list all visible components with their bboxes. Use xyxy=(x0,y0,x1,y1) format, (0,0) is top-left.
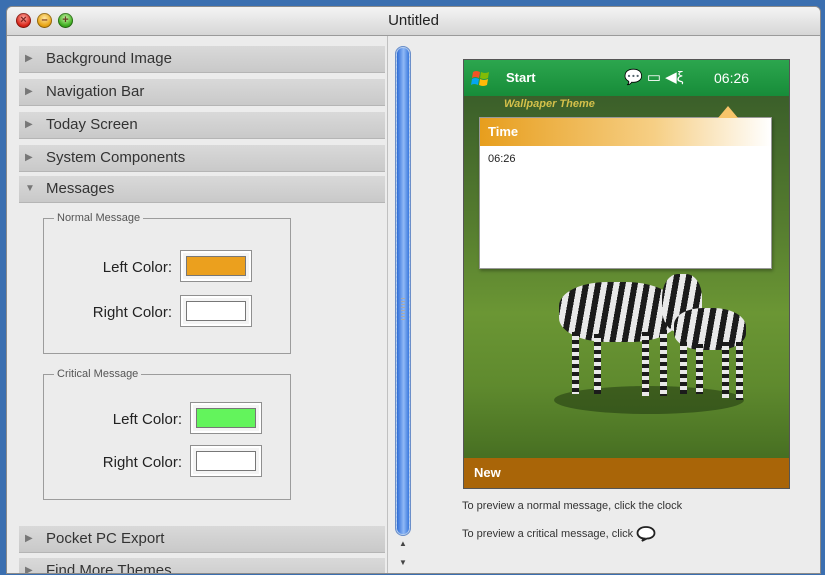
section-navigation-bar[interactable]: ▶ Navigation Bar xyxy=(19,79,385,106)
zebra-shadow xyxy=(554,386,744,414)
bubble-header: Time xyxy=(480,118,771,146)
title-bar[interactable]: × – + Untitled xyxy=(7,7,820,36)
window-title: Untitled xyxy=(388,12,439,29)
split-view-divider[interactable]: ▲ ▼ xyxy=(387,36,418,573)
normal-left-color-well[interactable] xyxy=(180,250,252,282)
taskbar-clock[interactable]: 06:26 xyxy=(714,60,749,96)
section-label: Pocket PC Export xyxy=(46,530,165,547)
splitter-grip-icon[interactable] xyxy=(401,298,405,322)
pocketpc-taskbar: Start 💬 ▭ ◀ξ 06:26 xyxy=(464,60,789,96)
preview-panel: Wallpaper Theme Start 💬 ▭ ◀ξ 06:26 Time … xyxy=(418,36,820,573)
critical-right-color-well[interactable] xyxy=(190,445,262,477)
critical-left-color-fill xyxy=(196,408,256,428)
speech-bubble-icon[interactable] xyxy=(636,526,656,542)
disclosure-triangle-icon: ▶ xyxy=(25,152,33,163)
scrollbar-thumb[interactable] xyxy=(397,48,409,534)
zebra-leg xyxy=(572,332,579,394)
disclosure-triangle-open-icon: ▼ xyxy=(25,183,35,194)
section-messages[interactable]: ▼ Messages xyxy=(19,176,385,203)
settings-panel: ▶ Background Image ▶ Navigation Bar ▶ To… xyxy=(7,36,387,573)
section-find-more-themes[interactable]: ▶ Find More Themes xyxy=(19,558,385,573)
section-label: Messages xyxy=(46,180,115,197)
notification-bubble: Time 06:26 xyxy=(479,106,772,269)
normal-left-color-label: Left Color: xyxy=(102,259,172,276)
app-window: × – + Untitled ▶ Background Image ▶ Navi… xyxy=(6,6,821,574)
zebra-leg xyxy=(680,342,687,394)
bubble-title: Time xyxy=(488,124,519,139)
menu-new[interactable]: New xyxy=(474,458,501,488)
critical-preview-hint: To preview a critical message, click xyxy=(462,526,656,542)
disclosure-triangle-icon: ▶ xyxy=(25,119,33,130)
disclosure-triangle-icon: ▶ xyxy=(25,533,33,544)
scroll-up-arrow-icon[interactable]: ▲ xyxy=(388,539,418,548)
section-label: Navigation Bar xyxy=(46,83,145,100)
zebra-leg xyxy=(736,342,743,400)
critical-left-color-label: Left Color: xyxy=(112,411,182,428)
section-pocket-pc-export[interactable]: ▶ Pocket PC Export xyxy=(19,526,385,553)
normal-message-group: Normal Message Left Color: Right Color: xyxy=(43,212,291,354)
zebra-leg xyxy=(642,332,649,396)
vertical-scrollbar[interactable] xyxy=(395,46,411,536)
critical-message-legend: Critical Message xyxy=(57,368,139,380)
normal-preview-hint: To preview a normal message, click the c… xyxy=(462,500,683,512)
disclosure-triangle-icon: ▶ xyxy=(25,565,33,573)
disclosure-triangle-icon: ▶ xyxy=(25,86,33,97)
section-background-image[interactable]: ▶ Background Image xyxy=(19,46,385,73)
normal-left-color-fill xyxy=(186,256,246,276)
section-label: Find More Themes xyxy=(46,562,172,573)
normal-right-color-label: Right Color: xyxy=(92,304,172,321)
critical-message-group: Critical Message Left Color: Right Color… xyxy=(43,368,291,500)
bubble-body: 06:26 xyxy=(488,153,516,165)
normal-right-color-fill xyxy=(186,301,246,321)
section-system-components[interactable]: ▶ System Components xyxy=(19,145,385,172)
zebra-leg xyxy=(722,342,729,398)
pocketpc-menu-bar: New xyxy=(464,458,789,488)
zebra-leg xyxy=(696,344,703,394)
zebra-leg xyxy=(660,330,667,396)
critical-right-color-label: Right Color: xyxy=(102,454,182,471)
bubble-tail xyxy=(718,106,738,118)
wallpaper-caption: Wallpaper Theme xyxy=(504,98,595,110)
normal-right-color-well[interactable] xyxy=(180,295,252,327)
zebra-leg xyxy=(594,334,601,394)
tray-icons[interactable]: 💬 ▭ ◀ξ xyxy=(624,60,683,96)
section-label: Today Screen xyxy=(46,116,138,133)
windows-flag-icon[interactable] xyxy=(470,68,492,90)
disclosure-triangle-icon: ▶ xyxy=(25,53,33,64)
pocket-pc-preview: Wallpaper Theme Start 💬 ▭ ◀ξ 06:26 Time … xyxy=(463,59,790,489)
section-label: System Components xyxy=(46,149,186,166)
section-label: Background Image xyxy=(46,50,172,67)
critical-right-color-fill xyxy=(196,451,256,471)
scroll-down-arrow-icon[interactable]: ▼ xyxy=(388,558,418,567)
critical-preview-hint-text: To preview a critical message, click xyxy=(462,527,634,540)
section-today-screen[interactable]: ▶ Today Screen xyxy=(19,112,385,139)
critical-left-color-well[interactable] xyxy=(190,402,262,434)
normal-message-legend: Normal Message xyxy=(57,212,141,224)
start-menu-label[interactable]: Start xyxy=(506,60,536,96)
